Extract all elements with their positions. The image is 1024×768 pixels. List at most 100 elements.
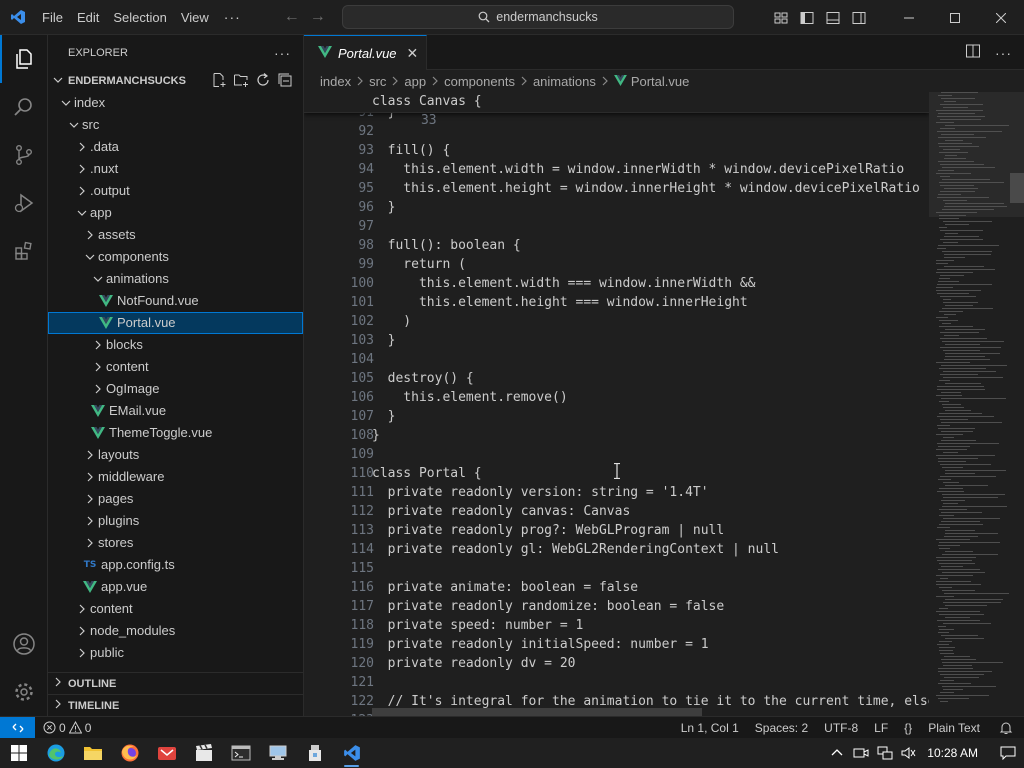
- windows-start-icon[interactable]: [0, 738, 37, 768]
- menu-more-button[interactable]: ···: [216, 0, 249, 35]
- tree-file[interactable]: NotFound.vue: [48, 290, 303, 312]
- tree-file[interactable]: app.vue: [48, 576, 303, 598]
- minimap-line: [937, 389, 985, 390]
- minimap-line: [937, 386, 984, 387]
- tree-folder[interactable]: content: [48, 598, 303, 620]
- tree-item-label: content: [106, 359, 149, 374]
- language-mode[interactable]: Plain Text: [920, 721, 988, 735]
- new-folder-icon[interactable]: [233, 72, 249, 91]
- tree-folder[interactable]: pages: [48, 488, 303, 510]
- tree-folder[interactable]: .data: [48, 136, 303, 158]
- tree-folder[interactable]: plugins: [48, 510, 303, 532]
- settings-gear-icon[interactable]: [0, 668, 48, 716]
- split-editor-icon[interactable]: [965, 43, 981, 62]
- tree-folder[interactable]: blocks: [48, 334, 303, 356]
- notifications-bell-icon[interactable]: [988, 721, 1024, 735]
- indentation[interactable]: Spaces: 2: [747, 721, 816, 735]
- breadcrumb-item[interactable]: app: [404, 74, 426, 89]
- toggle-secondary-sidebar-icon[interactable]: [846, 0, 872, 35]
- customize-layout-icon[interactable]: [768, 0, 794, 35]
- minimap[interactable]: [934, 92, 1010, 702]
- tree-folder[interactable]: app: [48, 202, 303, 224]
- vscode-logo-icon[interactable]: [0, 0, 35, 35]
- tree-folder[interactable]: .nuxt: [48, 158, 303, 180]
- timeline-section[interactable]: TIMELINE: [48, 694, 304, 716]
- collapse-all-icon[interactable]: [277, 72, 293, 91]
- close-window-icon[interactable]: [978, 0, 1024, 35]
- search-view-icon[interactable]: [0, 83, 48, 131]
- tree-file[interactable]: ThemeToggle.vue: [48, 422, 303, 444]
- end-of-line[interactable]: LF: [866, 721, 896, 735]
- tree-folder[interactable]: stores: [48, 532, 303, 554]
- breadcrumb-item[interactable]: components: [444, 74, 515, 89]
- firefox-icon[interactable]: [111, 738, 148, 768]
- tree-file[interactable]: TS app.config.ts: [48, 554, 303, 576]
- new-file-icon[interactable]: [211, 72, 227, 91]
- encoding[interactable]: UTF-8: [816, 721, 866, 735]
- breadcrumb-item[interactable]: index: [320, 74, 351, 89]
- explorer-more-button[interactable]: ···: [274, 45, 291, 61]
- source-control-icon[interactable]: [0, 131, 48, 179]
- horizontal-scrollbar-thumb[interactable]: [372, 708, 702, 716]
- tree-folder[interactable]: content: [48, 356, 303, 378]
- breadcrumb-item[interactable]: src: [369, 74, 386, 89]
- menu-selection[interactable]: Selection: [106, 0, 173, 35]
- menu-view[interactable]: View: [174, 0, 216, 35]
- code-editor[interactable]: 33 class Canvas { 91 }9293 fill() {94 th…: [304, 92, 929, 716]
- tree-folder[interactable]: .output: [48, 180, 303, 202]
- tab-portal-vue[interactable]: Portal.vue ✕: [304, 35, 428, 70]
- tree-folder[interactable]: animations: [48, 268, 303, 290]
- extensions-icon[interactable]: [0, 227, 48, 275]
- clapperboard-icon[interactable]: [185, 738, 222, 768]
- cursor-position[interactable]: Ln 1, Col 1: [673, 721, 747, 735]
- toggle-panel-icon[interactable]: [820, 0, 846, 35]
- language-status-braces[interactable]: {}: [896, 721, 920, 735]
- tree-folder[interactable]: assets: [48, 224, 303, 246]
- tree-file[interactable]: Portal.vue: [48, 312, 303, 334]
- menu-edit[interactable]: Edit: [70, 0, 106, 35]
- more-actions-icon[interactable]: ···: [995, 45, 1012, 61]
- vertical-scrollbar-thumb[interactable]: [1010, 173, 1024, 203]
- explorer-icon[interactable]: [0, 35, 48, 83]
- tree-folder[interactable]: components: [48, 246, 303, 268]
- minimize-icon[interactable]: [886, 0, 932, 35]
- file-explorer-icon[interactable]: [74, 738, 111, 768]
- run-debug-icon[interactable]: [0, 179, 48, 227]
- accounts-icon[interactable]: [0, 620, 48, 668]
- maximize-icon[interactable]: [932, 0, 978, 35]
- back-arrow-icon[interactable]: ←: [279, 8, 305, 26]
- volume-icon[interactable]: [897, 746, 921, 760]
- camera-icon[interactable]: [849, 746, 873, 760]
- tree-folder[interactable]: public: [48, 642, 303, 664]
- remote-indicator-icon[interactable]: [0, 716, 35, 739]
- command-center-search[interactable]: endermanchsucks: [342, 5, 734, 29]
- breadcrumb-item[interactable]: animations: [533, 74, 596, 89]
- tree-file[interactable]: EMail.vue: [48, 400, 303, 422]
- tree-folder[interactable]: node_modules: [48, 620, 303, 642]
- sticky-scroll-header[interactable]: 33 class Canvas {: [304, 92, 929, 128]
- system-clock[interactable]: 10:28 AM: [921, 746, 992, 760]
- computer-app-icon[interactable]: [259, 738, 296, 768]
- menu-file[interactable]: File: [35, 0, 70, 35]
- red-app-icon[interactable]: [148, 738, 185, 768]
- notification-center-icon[interactable]: [992, 746, 1024, 760]
- problems-indicator[interactable]: 0 0: [43, 721, 91, 735]
- tree-folder[interactable]: src: [48, 114, 303, 136]
- breadcrumb-item[interactable]: Portal.vue: [631, 74, 690, 89]
- workspace-root[interactable]: ENDERMANCHSUCKS: [48, 70, 303, 92]
- terminal-icon[interactable]: [222, 738, 259, 768]
- usb-app-icon[interactable]: [296, 738, 333, 768]
- close-tab-icon[interactable]: ✕: [407, 45, 419, 62]
- forward-arrow-icon[interactable]: →: [305, 8, 331, 26]
- outline-section[interactable]: OUTLINE: [48, 672, 304, 694]
- vscode-taskbar-icon[interactable]: [333, 738, 370, 768]
- refresh-icon[interactable]: [255, 72, 271, 91]
- edge-browser-icon[interactable]: [37, 738, 74, 768]
- tree-folder[interactable]: middleware: [48, 466, 303, 488]
- tree-folder[interactable]: OgImage: [48, 378, 303, 400]
- tree-folder[interactable]: layouts: [48, 444, 303, 466]
- tree-folder[interactable]: index: [48, 92, 303, 114]
- toggle-primary-sidebar-icon[interactable]: [794, 0, 820, 35]
- chevron-up-icon[interactable]: [825, 747, 849, 759]
- network-icon[interactable]: [873, 746, 897, 760]
